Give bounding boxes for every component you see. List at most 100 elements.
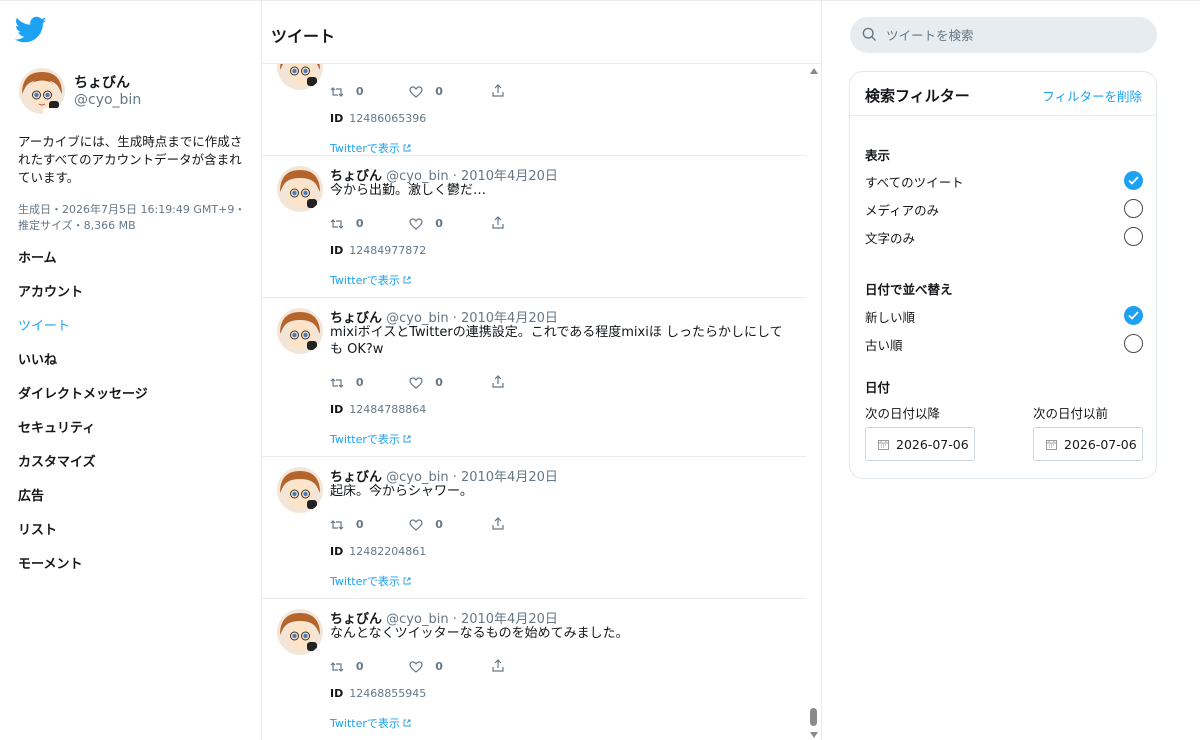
nav-item-home[interactable]: ホーム: [18, 249, 148, 283]
retweet-count: 0: [355, 517, 364, 531]
sort-option-newest[interactable]: 新しい順: [865, 305, 1143, 327]
share-icon[interactable]: [491, 517, 505, 531]
tweet-item[interactable]: ちょびん @cyo_bin · 2010年4月20日 mixiボイスとTwitt…: [262, 298, 806, 457]
share-icon[interactable]: [491, 216, 505, 230]
date-after-input[interactable]: 2026-07-06: [865, 427, 975, 461]
nav-item-likes[interactable]: いいね: [18, 351, 148, 385]
external-link-icon: [403, 144, 411, 152]
view-on-twitter-link[interactable]: Twitterで表示: [330, 715, 411, 731]
filter-option-media-only[interactable]: メディアのみ: [865, 198, 1143, 220]
archive-description: アーカイブには、生成時点までに作成されたすべてのアカウントデータが含まれています…: [18, 134, 243, 185]
display-section-title: 表示: [865, 148, 891, 163]
tweet-item[interactable]: ちょびん @cyo_bin · 2010年4月20日 なんとなくツイッターなるも…: [262, 599, 806, 740]
retweet-count: 0: [355, 216, 364, 230]
tweet-avatar[interactable]: [277, 166, 323, 212]
tweet-item[interactable]: ちょびん @cyo_bin · 2010年4月20日 今から出勤。激しく鬱だ… …: [262, 156, 806, 298]
tweet-avatar[interactable]: [277, 64, 323, 90]
heart-icon[interactable]: [409, 660, 423, 673]
tweet-actions: 0 0: [330, 216, 505, 230]
id-value: 12468855945: [349, 687, 427, 700]
view-on-twitter-label: Twitterで表示: [330, 717, 400, 730]
date-after-value: 2026-07-06: [896, 437, 969, 452]
scrollbar-thumb[interactable]: [810, 708, 817, 726]
nav-item-tweets[interactable]: ツイート: [18, 317, 148, 351]
sort-option-oldest[interactable]: 古い順: [865, 333, 1143, 355]
option-label: すべてのツイート: [865, 175, 964, 190]
retweet-icon[interactable]: [330, 518, 344, 531]
date-after-label: 次の日付以降: [865, 406, 941, 421]
view-on-twitter-link[interactable]: Twitterで表示: [330, 573, 411, 589]
radio-unchecked-icon[interactable]: [1124, 199, 1143, 218]
tweet-feed[interactable]: 0 0 ID 12486065396 Twitterで表示 ちょびん @cyo_b…: [262, 64, 806, 740]
radio-unchecked-icon[interactable]: [1124, 334, 1143, 353]
share-icon[interactable]: [491, 84, 505, 98]
search-input[interactable]: [886, 17, 1146, 53]
feed-scrollbar[interactable]: [806, 64, 821, 740]
nav-item-account[interactable]: アカウント: [18, 283, 148, 317]
heart-icon[interactable]: [409, 217, 423, 230]
sidebar: ちょびん @cyo_bin アーカイブには、生成時点までに作成されたすべてのアカ…: [0, 0, 262, 740]
tweet-item[interactable]: ちょびん @cyo_bin · 2010年4月20日 起床。今からシャワー。 0…: [262, 457, 806, 599]
view-on-twitter-link[interactable]: Twitterで表示: [330, 140, 411, 156]
date-before-label: 次の日付以前: [1033, 406, 1109, 421]
share-icon[interactable]: [491, 659, 505, 673]
id-value: 12482204861: [349, 545, 427, 558]
scroll-up-arrow-icon[interactable]: [810, 68, 818, 74]
scroll-down-arrow-icon[interactable]: [810, 732, 818, 738]
nav-item-lists[interactable]: リスト: [18, 521, 148, 555]
nav-item-moments[interactable]: モーメント: [18, 555, 148, 589]
date-before-value: 2026-07-06: [1064, 437, 1137, 452]
date-before-input[interactable]: 2026-07-06: [1033, 427, 1143, 461]
view-on-twitter-label: Twitterで表示: [330, 274, 400, 287]
nav-item-direct-messages[interactable]: ダイレクトメッセージ: [18, 385, 148, 419]
retweet-icon[interactable]: [330, 85, 344, 98]
id-value: 12484788864: [349, 403, 427, 416]
option-label: 文字のみ: [865, 231, 916, 246]
tweet-avatar[interactable]: [277, 308, 323, 354]
search-filter-panel: 検索フィルター フィルターを削除 表示 すべてのツイート メディアのみ 文字のみ…: [849, 71, 1157, 479]
retweet-icon[interactable]: [330, 660, 344, 673]
heart-icon[interactable]: [409, 85, 423, 98]
view-on-twitter-link[interactable]: Twitterで表示: [330, 272, 411, 288]
like-count: 0: [435, 216, 443, 230]
tweet-item[interactable]: 0 0 ID 12486065396 Twitterで表示: [262, 64, 806, 156]
id-label: ID: [330, 244, 344, 257]
retweet-icon[interactable]: [330, 217, 344, 230]
external-link-icon: [403, 276, 411, 284]
tweet-avatar[interactable]: [277, 609, 323, 655]
share-icon[interactable]: [491, 375, 505, 389]
clear-filters-link[interactable]: フィルターを削除: [1042, 86, 1142, 105]
radio-checked-icon[interactable]: [1124, 171, 1143, 190]
tweet-id: ID 12468855945: [330, 687, 426, 700]
tweet-text: なんとなくツイッターなるものを始めてみました。: [330, 626, 629, 641]
twitter-logo-icon[interactable]: [14, 16, 47, 46]
column-header: ツイート: [262, 3, 821, 64]
filter-option-all-tweets[interactable]: すべてのツイート: [865, 170, 1143, 192]
tweet-actions: 0 0: [330, 84, 505, 98]
heart-icon[interactable]: [409, 376, 423, 389]
radio-unchecked-icon[interactable]: [1124, 227, 1143, 246]
date-section-title: 日付: [865, 380, 891, 395]
tweet-actions: 0 0: [330, 517, 505, 531]
filter-title: 検索フィルター: [865, 87, 970, 105]
tweet-text: 起床。今からシャワー。: [330, 484, 473, 499]
search-box[interactable]: [850, 17, 1157, 53]
retweet-count: 0: [355, 375, 364, 389]
option-label: 新しい順: [865, 310, 916, 325]
calendar-icon: [878, 440, 889, 450]
retweet-icon[interactable]: [330, 376, 344, 389]
tweet-avatar[interactable]: [277, 467, 323, 513]
id-value: 12486065396: [349, 112, 427, 125]
view-on-twitter-label: Twitterで表示: [330, 142, 400, 155]
radio-checked-icon[interactable]: [1124, 306, 1143, 325]
nav-item-customize[interactable]: カスタマイズ: [18, 453, 148, 487]
tweet-id: ID 12484977872: [330, 244, 426, 257]
id-label: ID: [330, 403, 344, 416]
view-on-twitter-link[interactable]: Twitterで表示: [330, 431, 411, 447]
filter-option-text-only[interactable]: 文字のみ: [865, 226, 1143, 248]
nav-item-ads[interactable]: 広告: [18, 487, 148, 521]
like-count: 0: [435, 659, 443, 673]
id-label: ID: [330, 112, 344, 125]
nav-item-security[interactable]: セキュリティ: [18, 419, 148, 453]
heart-icon[interactable]: [409, 518, 423, 531]
